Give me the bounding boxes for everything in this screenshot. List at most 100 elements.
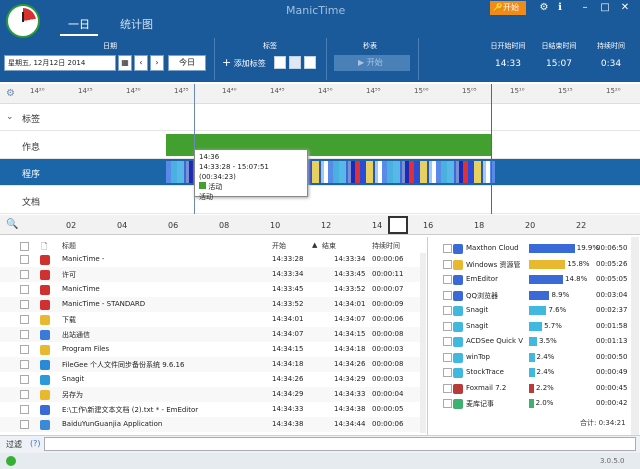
application-segment[interactable] (420, 161, 427, 183)
row-checkbox[interactable] (20, 390, 29, 399)
stat-checkbox[interactable] (443, 337, 452, 346)
row-duration: 00:00:03 (372, 345, 404, 353)
col-duration[interactable]: 持续时间 (372, 241, 400, 251)
stat-checkbox[interactable] (443, 383, 452, 393)
stat-duration: 00:06:50 (596, 244, 628, 252)
date-field[interactable]: 星期五, 12月12日 2014 (4, 55, 116, 71)
row-checkbox[interactable] (20, 315, 29, 324)
chevron-left-icon[interactable]: ‹ (134, 55, 148, 71)
row-checkbox[interactable] (20, 345, 29, 354)
app-icon (453, 383, 463, 394)
row-duration: 00:00:04 (372, 390, 404, 398)
row-checkbox[interactable] (20, 255, 29, 264)
end-time-value: 15:07 (546, 59, 572, 69)
stat-bar (529, 337, 538, 346)
stat-bar (529, 368, 535, 377)
today-button[interactable]: 今日 (168, 55, 206, 71)
application-segment[interactable] (177, 161, 184, 183)
application-segment[interactable] (366, 161, 373, 183)
collapse-icon[interactable]: ⌄ (6, 112, 14, 122)
col-start[interactable]: 开始 (272, 241, 286, 251)
stat-checkbox[interactable] (443, 290, 452, 300)
stat-checkbox[interactable] (443, 368, 452, 377)
stat-duration: 00:00:49 (596, 368, 628, 376)
stat-app-name: Snagit (466, 306, 489, 314)
row-checkbox[interactable] (20, 360, 29, 369)
folder-icon (40, 315, 50, 325)
tags-row[interactable] (0, 104, 640, 131)
stat-percent: 8.9% (551, 290, 570, 299)
day-timeline[interactable] (0, 215, 640, 235)
detail-view-icon[interactable] (289, 56, 301, 69)
day-timeline-hour: 04 (117, 221, 128, 230)
row-duration: 00:00:03 (372, 375, 404, 383)
compact-view-icon[interactable] (304, 56, 316, 69)
emeditor-icon (40, 405, 50, 415)
close-icon[interactable]: ✕ (618, 2, 632, 13)
ruler-tick-label: 15¹⁰ (510, 87, 525, 95)
documents-row[interactable] (0, 186, 640, 214)
row-duration: 00:00:06 (372, 255, 404, 263)
stat-checkbox[interactable] (443, 306, 452, 315)
stat-app-name: Snagit (466, 321, 489, 330)
day-range-selector[interactable] (388, 216, 408, 234)
upgrade-button[interactable]: 🔑开始 (490, 1, 526, 15)
row-checkbox[interactable] (20, 330, 29, 339)
row-duration: 00:00:08 (372, 330, 404, 338)
maximize-icon[interactable]: □ (598, 2, 612, 13)
list-view-icon[interactable] (274, 56, 286, 69)
application-segment[interactable] (339, 161, 346, 183)
row-duration: 00:00:09 (372, 300, 404, 308)
add-tag-button[interactable]: + 添加标签 (222, 55, 266, 71)
stat-duration: 00:02:37 (596, 306, 628, 314)
row-checkbox[interactable] (20, 300, 29, 309)
day-timeline-hour: 16 (423, 221, 434, 230)
day-timeline-hour: 18 (474, 221, 485, 230)
tab-day[interactable]: 一日 (60, 14, 98, 36)
chevron-right-icon[interactable]: › (150, 55, 164, 71)
stat-checkbox[interactable] (443, 244, 452, 253)
row-checkbox[interactable] (20, 375, 29, 384)
stat-checkbox[interactable] (443, 399, 452, 408)
tab-charts[interactable]: 统计图 (112, 14, 161, 36)
stats-scrollbar[interactable] (631, 237, 639, 435)
filter-help-link[interactable]: (?) (30, 439, 41, 448)
calendar-icon[interactable]: ▦ (118, 55, 132, 71)
application-segment[interactable] (393, 161, 400, 183)
info-icon[interactable]: ℹ (553, 2, 567, 13)
row-checkbox[interactable] (20, 405, 29, 414)
row-title: ManicTime - (62, 255, 105, 263)
row-checkbox[interactable] (20, 270, 29, 279)
application-segment[interactable] (474, 161, 481, 183)
col-title[interactable]: 标题 (62, 241, 76, 251)
row-checkbox[interactable] (20, 420, 29, 429)
activity-tooltip: 14:36 14:33:28 - 15:07:51 (00:34:23) 活动 … (194, 149, 308, 201)
day-timeline-hour: 14 (372, 221, 383, 230)
stat-duration: 00:03:04 (596, 290, 628, 299)
gear-icon[interactable]: ⚙ (537, 2, 551, 13)
row-title: FileGee 个人文件同步备份系统 9.6.16 (62, 361, 185, 369)
table-scrollbar[interactable] (420, 253, 426, 433)
filter-input[interactable] (44, 437, 636, 451)
stat-app-name: EmEditor (466, 275, 498, 283)
stat-bar (529, 399, 534, 408)
app-icon (453, 275, 463, 285)
row-title: 许可 (62, 271, 76, 279)
row-start: 14:34:07 (272, 330, 304, 338)
day-timeline-hour: 08 (219, 221, 230, 230)
stat-checkbox[interactable] (443, 259, 452, 269)
stopwatch-start-button[interactable]: ▶ 开始 (334, 55, 410, 71)
stat-checkbox[interactable] (443, 321, 452, 331)
application-segment[interactable] (312, 161, 319, 183)
settings-gear-icon[interactable]: ⚙ (6, 88, 15, 99)
row-checkbox[interactable] (20, 285, 29, 294)
col-end[interactable]: 结束 (322, 241, 336, 251)
search-icon[interactable]: 🔍 (6, 219, 18, 230)
stat-checkbox[interactable] (443, 352, 452, 362)
key-icon: 🔑 (493, 3, 503, 12)
row-title: 下载 (62, 316, 76, 324)
stat-checkbox[interactable] (443, 275, 452, 284)
minimize-icon[interactable]: – (578, 2, 592, 13)
application-segment[interactable] (447, 161, 454, 183)
select-all-checkbox[interactable] (20, 242, 29, 251)
